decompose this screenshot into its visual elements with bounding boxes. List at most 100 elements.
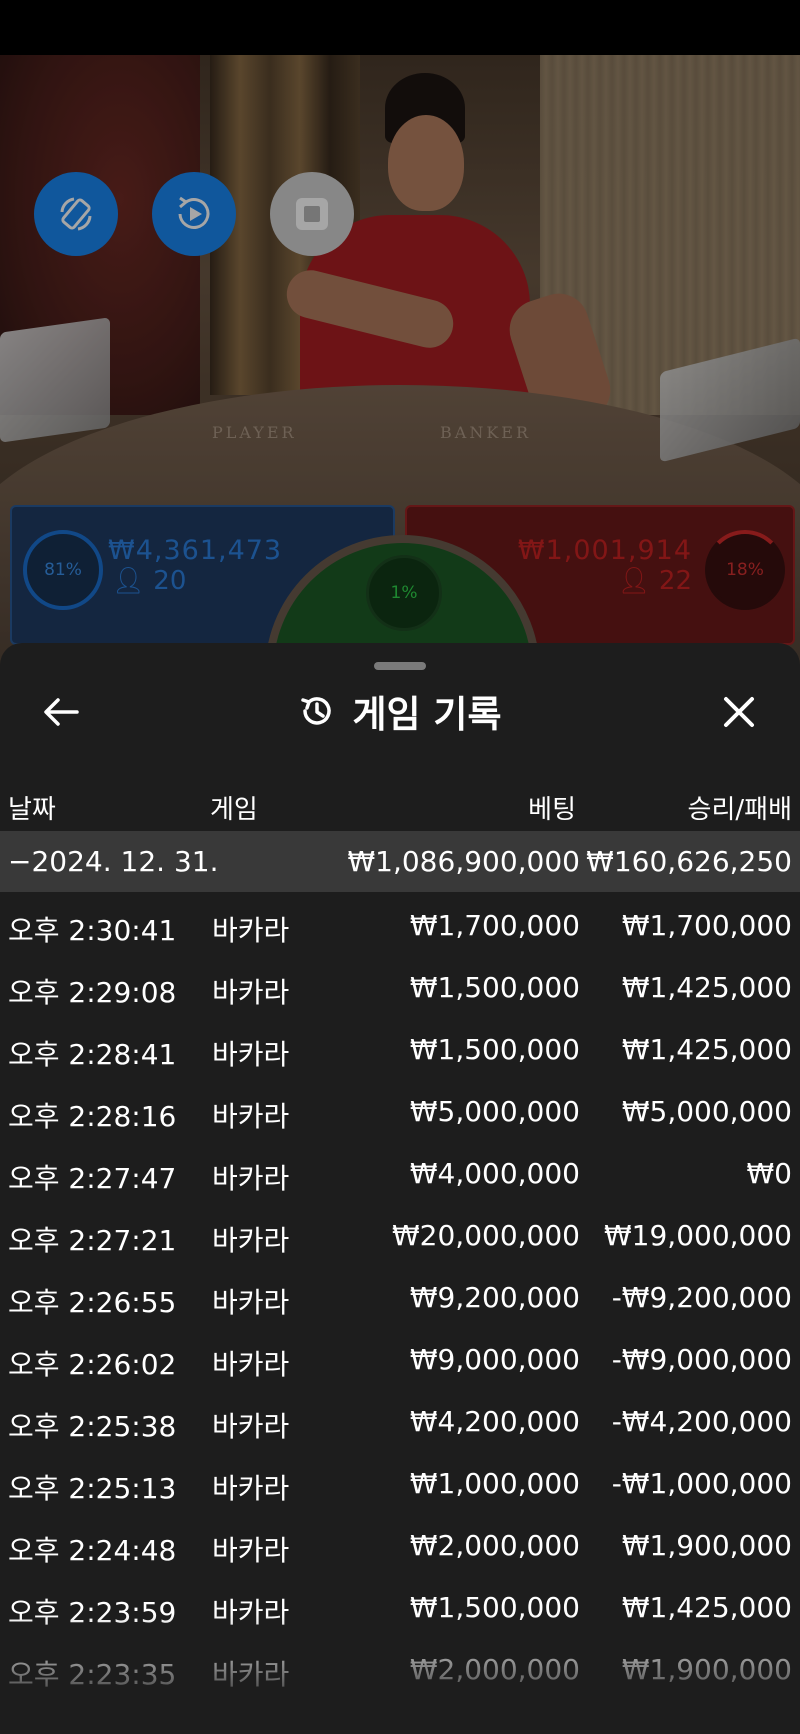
row-result: ₩1,425,000 [621,1033,792,1066]
status-bar [0,0,800,55]
game-history-sheet: 게임 기록 날짜 게임 베팅 승리/패배 −2024. 12. 31. ₩1,0… [0,643,800,1734]
table-row[interactable]: 오후 2:28:16 바카라 ₩5,000,000 ₩5,000,000 [0,1080,800,1142]
summary-result: ₩160,626,250 [586,845,792,878]
row-time: 오후 2:25:13 [8,1472,177,1505]
table-row[interactable]: 오후 2:26:02 바카라 ₩9,000,000 -₩9,000,000 [0,1328,800,1390]
row-bet: ₩4,000,000 [409,1157,580,1190]
row-game: 바카라 [212,914,290,947]
column-game: 게임 [210,795,258,825]
sheet-drag-handle[interactable] [374,662,426,670]
close-button[interactable] [716,689,762,735]
row-result: ₩19,000,000 [603,1219,792,1252]
row-bet: ₩4,200,000 [409,1405,580,1438]
row-game: 바카라 [212,1224,290,1257]
table-row[interactable]: 오후 2:23:35 바카라 ₩2,000,000 ₩1,900,000 [0,1638,800,1700]
rotate-icon [60,197,92,231]
table-row[interactable]: 오후 2:25:38 바카라 ₩4,200,000 -₩4,200,000 [0,1390,800,1452]
autoplay-button[interactable] [152,172,236,256]
table-row[interactable]: 오후 2:24:48 바카라 ₩2,000,000 ₩1,900,000 [0,1514,800,1576]
stop-button[interactable] [270,172,354,256]
row-bet: ₩2,000,000 [409,1653,580,1686]
row-time: 오후 2:23:35 [8,1658,177,1691]
row-result: -₩4,200,000 [611,1405,792,1438]
row-time: 오후 2:24:48 [8,1534,177,1567]
table-row[interactable]: 오후 2:28:41 바카라 ₩1,500,000 ₩1,425,000 [0,1018,800,1080]
row-bet: ₩5,000,000 [409,1095,580,1128]
column-date: 날짜 [8,795,56,825]
row-time: 오후 2:25:38 [8,1410,177,1443]
row-result: -₩9,000,000 [611,1343,792,1376]
row-time: 오후 2:28:41 [8,1038,177,1071]
row-bet: ₩9,000,000 [409,1343,580,1376]
table-row[interactable]: 오후 2:26:55 바카라 ₩9,200,000 -₩9,200,000 [0,1266,800,1328]
row-game: 바카라 [212,1162,290,1195]
page-title: 게임 기록 [352,693,502,736]
row-result: ₩0 [746,1157,793,1190]
table-row[interactable]: 오후 2:25:13 바카라 ₩1,000,000 -₩1,000,000 [0,1452,800,1514]
replay-play-icon [178,196,210,229]
sheet-header: 게임 기록 [0,683,800,739]
summary-date: −2024. 12. 31. [8,845,219,878]
row-game: 바카라 [212,1038,290,1071]
table-header: 날짜 게임 베팅 승리/패배 [0,781,800,827]
history-icon [301,697,332,725]
tie-percent: 1% [366,555,442,631]
row-game: 바카라 [212,1410,290,1443]
row-result: ₩1,425,000 [621,971,792,1004]
player-percent-ring: 81% [23,530,103,610]
stop-icon [296,198,328,230]
date-group-summary[interactable]: −2024. 12. 31. ₩1,086,900,000 ₩160,626,2… [0,831,800,892]
row-time: 오후 2:27:47 [8,1162,177,1195]
rotate-video-button[interactable] [34,172,118,256]
row-bet: ₩1,700,000 [409,909,580,942]
banker-bettor-count: 👤︎ 22 [618,566,692,596]
row-result: ₩1,425,000 [621,1591,792,1624]
row-result: ₩1,700,000 [621,909,792,942]
row-result: -₩9,200,000 [611,1281,792,1314]
row-game: 바카라 [212,1348,290,1381]
row-game: 바카라 [212,1286,290,1319]
row-bet: ₩1,500,000 [409,1033,580,1066]
row-bet: ₩2,000,000 [409,1529,580,1562]
column-bet: 베팅 [528,795,576,825]
row-time: 오후 2:23:59 [8,1596,177,1629]
table-label-banker: BANKER [440,423,531,442]
row-time: 오후 2:28:16 [8,1100,177,1133]
row-time: 오후 2:29:08 [8,976,177,1009]
column-result: 승리/패배 [687,795,792,825]
row-result: ₩5,000,000 [621,1095,792,1128]
close-icon [724,697,754,727]
table-row[interactable]: 오후 2:27:21 바카라 ₩20,000,000 ₩19,000,000 [0,1204,800,1266]
table-row[interactable]: 오후 2:29:08 바카라 ₩1,500,000 ₩1,425,000 [0,956,800,1018]
row-result: ₩1,900,000 [621,1653,792,1686]
dealer-head [388,115,464,211]
user-icon: 👤︎ [617,566,651,596]
row-bet: ₩9,200,000 [409,1281,580,1314]
row-game: 바카라 [212,1472,290,1505]
player-total-amount: ₩4,361,473 [108,535,283,566]
row-game: 바카라 [212,1596,290,1629]
table-row[interactable]: 오후 2:23:59 바카라 ₩1,500,000 ₩1,425,000 [0,1576,800,1638]
row-game: 바카라 [212,1100,290,1133]
banker-count-value: 22 [658,566,692,596]
row-result: ₩1,900,000 [621,1529,792,1562]
table-row[interactable]: 오후 2:27:47 바카라 ₩4,000,000 ₩0 [0,1142,800,1204]
row-game: 바카라 [212,976,290,1009]
history-list: 오후 2:30:41 바카라 ₩1,700,000 ₩1,700,000 오후 2:2… [0,894,800,1700]
player-bettor-count: 👤︎ 20 [112,566,186,596]
row-game: 바카라 [212,1658,290,1691]
banker-percent-ring: 18% [705,530,785,610]
row-time: 오후 2:27:21 [8,1224,177,1257]
row-time: 오후 2:26:55 [8,1286,177,1319]
row-bet: ₩1,500,000 [409,1591,580,1624]
row-bet: ₩20,000,000 [391,1219,580,1252]
row-game: 바카라 [212,1534,290,1567]
player-count-value: 20 [153,566,187,596]
row-time: 오후 2:30:41 [8,914,177,947]
row-bet: ₩1,000,000 [409,1467,580,1500]
banker-total-amount: ₩1,001,914 [517,535,692,566]
table-row[interactable]: 오후 2:30:41 바카라 ₩1,700,000 ₩1,700,000 [0,894,800,956]
table-label-player: PLAYER [212,423,297,442]
row-time: 오후 2:26:02 [8,1348,177,1381]
row-result: -₩1,000,000 [611,1467,792,1500]
